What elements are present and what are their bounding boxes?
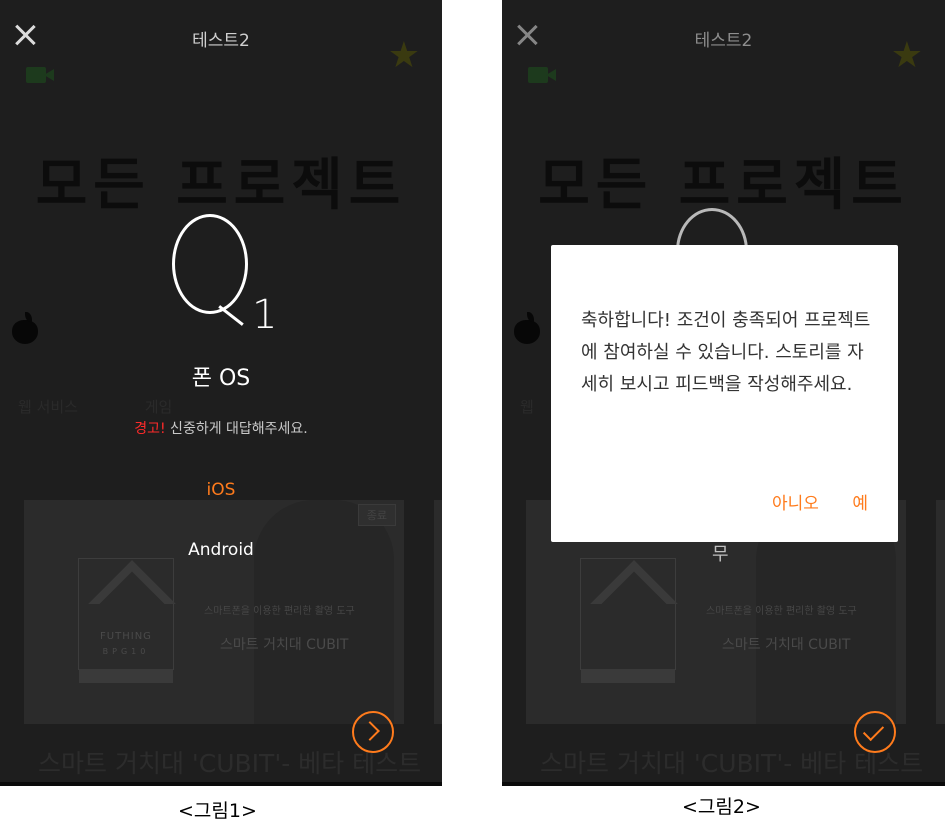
video-camera-icon bbox=[26, 65, 56, 85]
confirm-button[interactable] bbox=[854, 711, 896, 753]
warning-label: 경고! bbox=[134, 421, 166, 437]
warning-message: 경고! 신중하게 대답해주세요. bbox=[0, 418, 442, 438]
card-logo: FUTHING BPG10 bbox=[78, 558, 176, 683]
background-page-title: 모든 프로젝트 bbox=[35, 153, 407, 218]
category-web: 웹 bbox=[520, 398, 534, 416]
card-product-name: 스마트 거치대 CUBIT bbox=[220, 637, 349, 653]
warning-text: 신중하게 대답해주세요. bbox=[165, 421, 308, 437]
option-android[interactable]: Android bbox=[0, 540, 442, 560]
background-page-title: 모든 프로젝트 bbox=[538, 153, 909, 218]
card-product-name: 스마트 거치대 CUBIT bbox=[722, 637, 851, 653]
project-card-next bbox=[936, 500, 945, 724]
category-game: 게임 bbox=[144, 398, 173, 416]
dialog-buttons: 아니오 예 bbox=[744, 489, 868, 514]
option-ios[interactable]: iOS bbox=[0, 480, 442, 500]
card-logo-text: FUTHING bbox=[100, 631, 152, 642]
star-icon: ★ bbox=[387, 35, 420, 76]
question-number: 1 bbox=[252, 292, 278, 338]
chevron-right-icon bbox=[360, 721, 380, 741]
project-card: 종료 FUTHING BPG10 스마트폰을 이용한 편리한 촬영 도구 스마트… bbox=[24, 500, 404, 724]
apple-icon bbox=[12, 312, 38, 344]
video-camera-icon bbox=[528, 65, 558, 85]
figure2-caption: <그림2> bbox=[682, 796, 761, 818]
card-tagline: 스마트폰을 이용한 편리한 촬영 도구 bbox=[204, 606, 355, 617]
bottom-edge bbox=[0, 782, 442, 786]
question-option-peek: 무 bbox=[712, 544, 729, 565]
category-web-service: 웹 서비스 bbox=[18, 398, 78, 416]
dialog-yes-button[interactable]: 예 bbox=[852, 494, 868, 514]
check-icon bbox=[862, 719, 885, 742]
apple-icon bbox=[514, 312, 540, 344]
project-card-next bbox=[434, 500, 442, 724]
category-row: 웹 서비스 게임 bbox=[18, 396, 234, 417]
question-text: 폰 OS bbox=[191, 366, 251, 391]
question-q-letter bbox=[172, 214, 248, 314]
screen-figure2: 테스트2 ★ 모든 프로젝트 웹 스마트폰을 이용한 편리한 촬영 도구 스마트… bbox=[502, 0, 945, 786]
question-q-tail bbox=[218, 305, 244, 326]
status-badge: 종료 bbox=[357, 504, 396, 526]
star-icon: ★ bbox=[890, 35, 923, 76]
card-logo bbox=[580, 558, 678, 683]
screen-figure1: 테스트2 ★ 모든 프로젝트 웹 서비스 게임 종료 FUTHING BPG10… bbox=[0, 0, 442, 786]
card-logo-subtext: BPG10 bbox=[102, 647, 150, 656]
card-tagline: 스마트폰을 이용한 편리한 촬영 도구 bbox=[706, 606, 857, 617]
header-title: 테스트2 bbox=[192, 31, 250, 51]
dialog-no-button[interactable]: 아니오 bbox=[772, 494, 819, 514]
confirmation-dialog: 축하합니다! 조건이 충족되어 프로젝트에 참여하실 수 있습니다. 스토리를 … bbox=[551, 245, 898, 542]
figure1-caption: <그림1> bbox=[178, 800, 257, 822]
header-title: 테스트2 bbox=[694, 31, 753, 51]
dialog-message: 축하합니다! 조건이 충족되어 프로젝트에 참여하실 수 있습니다. 스토리를 … bbox=[581, 310, 871, 395]
bottom-edge bbox=[502, 782, 945, 786]
next-button[interactable] bbox=[352, 711, 394, 753]
